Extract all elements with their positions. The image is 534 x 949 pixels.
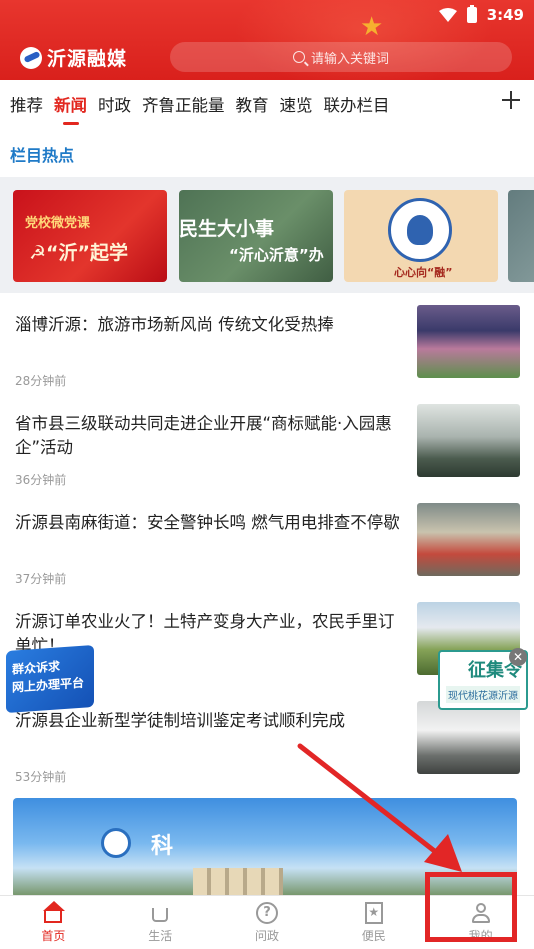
card-label: 心心向“融” bbox=[394, 266, 453, 279]
news-time: 28分钟前 bbox=[15, 374, 67, 388]
search-placeholder: 请输入关键词 bbox=[310, 51, 389, 67]
tab-joint-column[interactable]: 联办栏目 bbox=[324, 92, 390, 116]
nav-label: 问政 bbox=[254, 928, 279, 943]
float-right-subtitle: 现代桃花源沂源 bbox=[446, 686, 520, 703]
annotation-highlight-box bbox=[425, 872, 517, 942]
app-name: 沂源融媒 bbox=[47, 48, 128, 70]
app-header: ★ 3:49 沂源融媒 请输入关键词 bbox=[0, 0, 534, 80]
banner-text: 科 bbox=[151, 834, 174, 859]
news-time: 53分钟前 bbox=[15, 770, 67, 784]
tab-recommend[interactable]: 推荐 bbox=[10, 92, 43, 116]
nav-label: 生活 bbox=[148, 928, 173, 943]
nav-home[interactable]: 首页 bbox=[0, 896, 107, 949]
emblem-icon bbox=[388, 198, 452, 262]
add-channel-icon[interactable] bbox=[502, 91, 520, 109]
search-icon bbox=[292, 51, 305, 63]
channel-tabs: 推荐 新闻 时政 齐鲁正能量 教育 速览 联办栏目 bbox=[0, 80, 534, 128]
hot-card-party-lesson[interactable]: 党校微党课 ☭“沂”起学 bbox=[13, 190, 167, 282]
news-thumbnail bbox=[417, 305, 520, 378]
tab-news[interactable]: 新闻 bbox=[54, 92, 87, 125]
battery-icon bbox=[466, 5, 477, 23]
nav-label: 首页 bbox=[41, 928, 66, 943]
news-time: 36分钟前 bbox=[15, 473, 67, 487]
question-icon: ? bbox=[255, 901, 278, 924]
nav-life[interactable]: 生活 bbox=[107, 896, 214, 949]
news-title: 沂源县南麻街道：安全警钟长鸣 燃气用电排查不停歇 bbox=[15, 513, 400, 532]
news-thumbnail bbox=[417, 701, 520, 774]
card-label: 党校微党课 bbox=[25, 216, 91, 231]
emblem-star-icon: ★ bbox=[360, 12, 384, 42]
card-label: “沂心沂意”办 bbox=[229, 246, 324, 264]
tab-positive-energy[interactable]: 齐鲁正能量 bbox=[142, 92, 225, 116]
news-time: 37分钟前 bbox=[15, 572, 67, 586]
news-title: 淄博沂源：旅游市场新风尚 传统文化受热捧 bbox=[15, 315, 334, 334]
tab-politics[interactable]: 时政 bbox=[98, 92, 131, 116]
section-title: 栏目热点 bbox=[10, 146, 75, 165]
nav-label: 便民 bbox=[361, 928, 386, 943]
news-thumbnail bbox=[417, 503, 520, 576]
status-bar: 3:49 bbox=[438, 5, 524, 24]
news-thumbnail bbox=[417, 404, 520, 477]
card-label: 民生大小事 bbox=[179, 218, 275, 240]
appeal-platform-button[interactable]: 群众诉求 网上办理平台 bbox=[6, 644, 94, 714]
wifi-icon bbox=[438, 8, 457, 22]
home-icon bbox=[42, 900, 66, 924]
search-input[interactable]: 请输入关键词 bbox=[170, 42, 512, 72]
tab-education[interactable]: 教育 bbox=[236, 92, 269, 116]
nav-convenience[interactable]: ★ 便民 bbox=[320, 896, 427, 949]
tab-quick-view[interactable]: 速览 bbox=[280, 92, 313, 116]
star-icon: ★ bbox=[364, 901, 383, 924]
nav-inquiry[interactable]: ? 问政 bbox=[214, 896, 321, 949]
news-title: 省市县三级联动共同走进企业开展“商标赋能·入园惠企”活动 bbox=[15, 414, 392, 457]
news-title: 沂源县企业新型学徒制培训鉴定考试顺利完成 bbox=[15, 711, 345, 730]
banner-buildings bbox=[193, 868, 283, 898]
close-icon[interactable]: ✕ bbox=[509, 648, 527, 666]
badge-icon bbox=[101, 828, 131, 858]
logo-icon bbox=[20, 46, 42, 69]
hot-carousel[interactable]: 党校微党课 ☭“沂”起学 民生大小事 “沂心沂意”办 心心向“融” bbox=[0, 177, 534, 293]
hot-card-landscape[interactable] bbox=[508, 190, 534, 282]
hot-card-livelihood[interactable]: 民生大小事 “沂心沂意”办 bbox=[179, 190, 333, 282]
card-label: ☭“沂”起学 bbox=[29, 242, 129, 264]
status-time: 3:49 bbox=[486, 6, 524, 24]
hot-card-heart[interactable]: 心心向“融” bbox=[344, 190, 498, 282]
app-logo: 沂源融媒 bbox=[20, 44, 127, 71]
cup-icon bbox=[149, 902, 171, 924]
